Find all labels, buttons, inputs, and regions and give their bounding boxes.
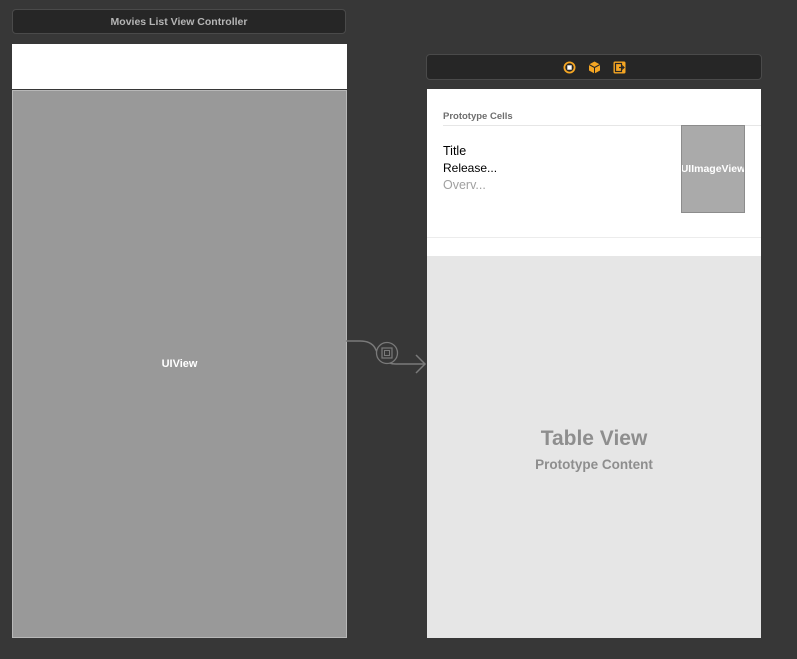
cell-release-label[interactable]: Release... <box>443 161 497 175</box>
scene-title-bar[interactable]: Movies List View Controller <box>12 9 346 34</box>
uiview-label: UIView <box>161 358 198 370</box>
prototype-content-placeholder: Table View Prototype Content <box>427 256 761 638</box>
cell-title-label[interactable]: Title <box>443 144 466 158</box>
scene-dock <box>426 54 762 80</box>
placeholder-subtitle: Prototype Content <box>535 457 653 472</box>
cell-overview-label[interactable]: Overv... <box>443 178 486 192</box>
placeholder-title: Table View <box>540 427 648 450</box>
first-responder-icon[interactable] <box>588 61 601 74</box>
segue-icon <box>375 341 399 365</box>
poster-imageview[interactable]: UIImageView <box>681 125 745 213</box>
prototype-cells-header: Prototype Cells <box>443 111 513 122</box>
view-controller-icon[interactable] <box>563 61 576 74</box>
exit-icon[interactable] <box>613 61 626 74</box>
segue-arrow[interactable] <box>346 336 428 382</box>
scene-title: Movies List View Controller <box>110 15 248 28</box>
top-bar-area <box>12 44 347 89</box>
cell-divider <box>427 237 761 238</box>
imageview-label: UIImageView <box>681 163 745 175</box>
table-view[interactable]: Prototype Cells Title Release... Overv..… <box>427 89 761 638</box>
main-uiview[interactable]: UIView <box>12 90 347 638</box>
